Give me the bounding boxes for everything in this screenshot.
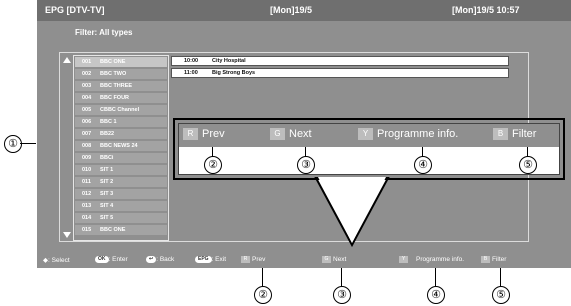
- annotation-4: ④: [414, 156, 432, 174]
- callout-pointer-mask: [318, 177, 386, 243]
- annotation-4-bottom: ④: [427, 286, 445, 304]
- annotation-5-bottom: ⑤: [492, 286, 510, 304]
- annotation-2: ②: [204, 156, 222, 174]
- leader-line: [262, 268, 263, 286]
- annotation-3-bottom: ③: [333, 286, 351, 304]
- red-key-icon: R: [183, 128, 198, 141]
- leader-line: [500, 268, 501, 286]
- yellow-key-icon: Y: [358, 128, 373, 141]
- leader-line: [435, 268, 436, 286]
- annotation-5: ⑤: [519, 156, 537, 174]
- callout-programme-info: Y Programme info.: [358, 128, 458, 141]
- green-key-icon: G: [270, 128, 285, 141]
- callout-filter: B Filter: [493, 128, 536, 141]
- annotation-2-bottom: ②: [254, 286, 272, 304]
- callout-prev: R Prev: [183, 128, 225, 141]
- callout-next: G Next: [270, 128, 312, 141]
- leader-line: [341, 268, 342, 286]
- annotation-3: ③: [297, 156, 315, 174]
- blue-key-icon: B: [493, 128, 508, 141]
